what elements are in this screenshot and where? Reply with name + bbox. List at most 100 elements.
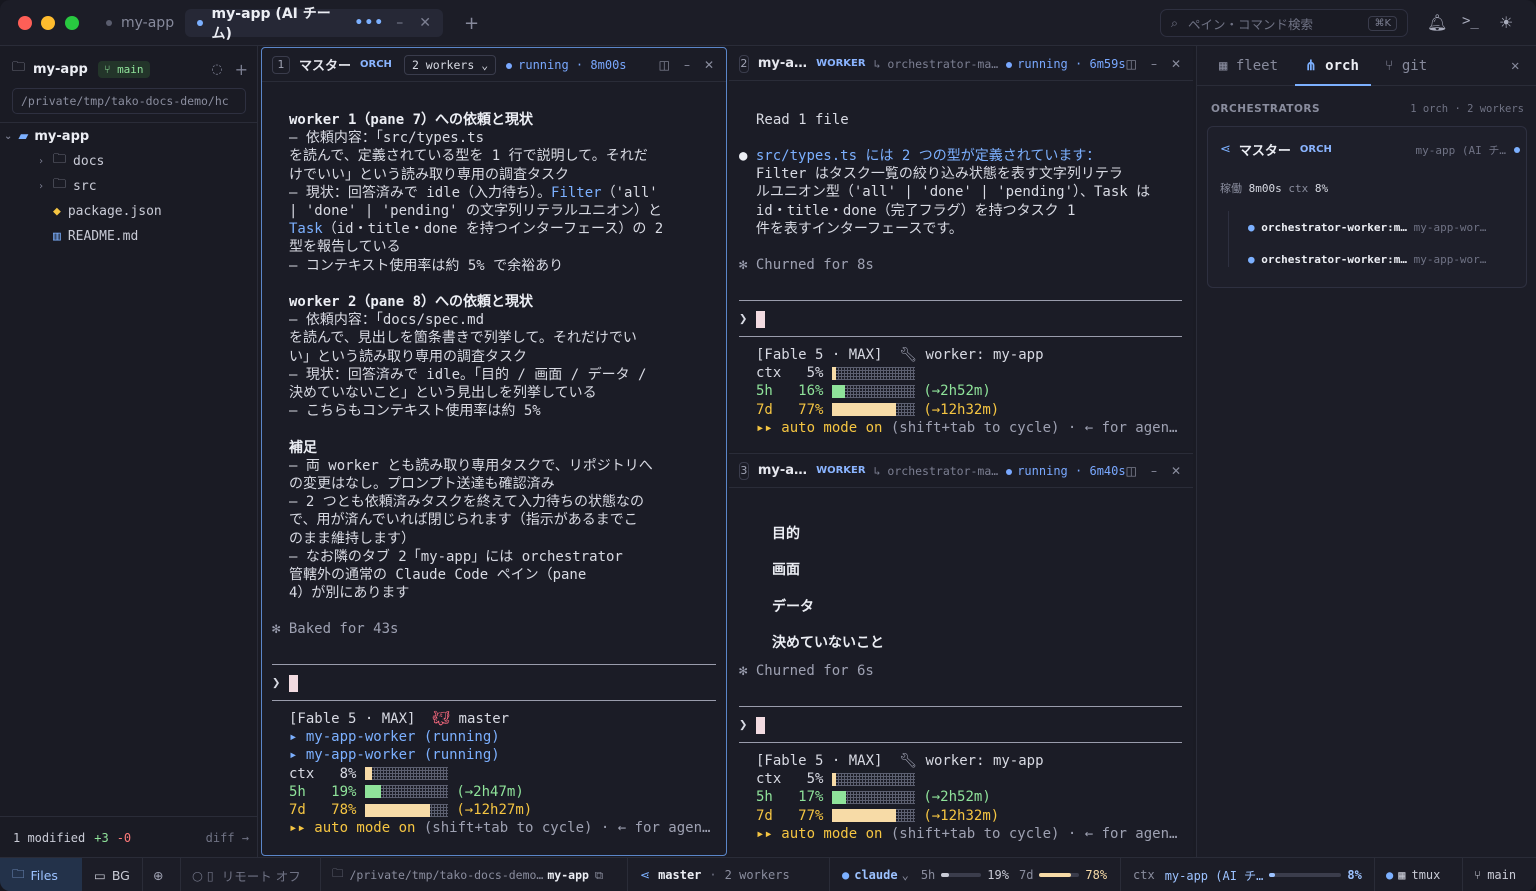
tmux-segment[interactable]: ● ▦ tmux: [1386, 858, 1440, 891]
diff-link[interactable]: diff →: [206, 831, 249, 845]
prompt-line[interactable]: ❯: [739, 716, 1193, 734]
tab-git[interactable]: ⑂ git: [1385, 58, 1427, 74]
path-field[interactable]: /private/tmp/tako-docs-demo/hc: [12, 88, 246, 114]
close-tab-icon[interactable]: ✕: [419, 15, 431, 31]
files-button[interactable]: 🗀︎ Files: [0, 858, 82, 891]
bell-icon[interactable]: 🔔︎: [1427, 13, 1447, 32]
worker-row[interactable]: ● orchestrator-worker:m… my-app-wor…: [1248, 221, 1520, 234]
branch-badge[interactable]: ⑂ main: [97, 60, 150, 78]
model-label: [Fable 5 · MAX]: [756, 753, 883, 769]
search-icon: ⌕: [1171, 15, 1179, 30]
tree-root[interactable]: ⌄ ▰ my-app: [4, 124, 89, 148]
answer-line: src/types.ts には 2 つの型が定義されています：: [755, 148, 1101, 164]
close-pane-icon[interactable]: ✕: [1171, 464, 1181, 478]
5h-bar: [831, 384, 915, 398]
split-icon[interactable]: ◫: [659, 58, 670, 72]
prompt-line[interactable]: ❯: [739, 310, 1193, 328]
pane-header: 2 my-a… WORKER ↳ orchestrator-ma… runnin…: [729, 47, 1193, 81]
section-summary: 1 orch · 2 workers: [1410, 103, 1524, 115]
churned-status: ✻ Churned for 8s: [739, 257, 874, 273]
auto-mode: ▸▸ auto mode on: [756, 825, 883, 842]
5h-bar: [364, 785, 448, 799]
tree-item-src[interactable]: › 🗀︎ src: [38, 174, 97, 198]
parent-link[interactable]: ↳ orchestrator-ma…: [874, 464, 999, 478]
pane-worker-3[interactable]: 3 my-a… WORKER ↳ orchestrator-ma… runnin…: [729, 453, 1193, 856]
worker-name: orchestrator-worker:m…: [1261, 221, 1407, 234]
package-icon: ◆: [53, 203, 61, 219]
section-title: ORCHESTRATORS: [1211, 103, 1321, 115]
workers-dropdown[interactable]: 2 workers ⌄: [403, 54, 497, 75]
minimize-window-button[interactable]: [41, 16, 55, 30]
status-app: my-app: [547, 868, 589, 882]
ctx-bar: [831, 366, 915, 380]
pane-worker-2[interactable]: 2 my-a… WORKER ↳ orchestrator-ma… runnin…: [729, 47, 1193, 451]
auto-hint: (shift+tab to cycle) · ← for agen…: [423, 820, 711, 837]
minimize-pane-icon[interactable]: –: [684, 58, 690, 72]
worker-row[interactable]: ● orchestrator-worker:m… my-app-wor…: [1248, 253, 1520, 266]
5h-reset: (→2h47m): [456, 783, 524, 800]
zoom-window-button[interactable]: [65, 16, 79, 30]
heading-item: 画面: [772, 562, 800, 579]
tree-item-package-json[interactable]: ◆ package.json: [53, 199, 162, 223]
5h-mini-bar: [941, 873, 982, 877]
project-name: my-app: [33, 61, 88, 77]
close-pane-icon[interactable]: ✕: [704, 58, 714, 72]
split-icon[interactable]: ◫: [1126, 464, 1137, 478]
sun-icon[interactable]: ☀︎: [1499, 13, 1513, 32]
tree-item-label: docs: [73, 153, 105, 169]
hide-icon[interactable]: ◌: [211, 62, 222, 77]
status-dot-icon: [1006, 61, 1013, 68]
tab-my-app[interactable]: my-app: [94, 9, 186, 37]
5h-value: 19%: [331, 783, 357, 800]
ctx-segment[interactable]: ctx my-app (AI チ… 8%: [1133, 858, 1362, 891]
5h-label: 5h: [289, 783, 306, 800]
minimize-pane-icon[interactable]: –: [1151, 57, 1157, 71]
parent-link[interactable]: ↳ orchestrator-ma…: [874, 57, 999, 71]
remote-toggle[interactable]: ○ ▯ リモート オフ: [192, 858, 301, 891]
minimize-pane-icon[interactable]: –: [1151, 464, 1157, 478]
bg-button[interactable]: ▭ BG: [94, 858, 130, 891]
cursor: [288, 674, 298, 692]
command-search-input[interactable]: ⌕ ペイン・コマンド検索 ⌘K: [1160, 9, 1408, 37]
split-icon[interactable]: ◫: [1126, 57, 1137, 71]
close-window-button[interactable]: [18, 16, 32, 30]
remote-icon: ○ ▯: [192, 867, 214, 883]
answer-line: id・title・done（完了フラグ）を持つタスク 1: [755, 202, 1076, 219]
pane-number: 1: [272, 55, 290, 74]
7d-reset: (→12h27m): [456, 802, 533, 819]
transcript-line: の変更はなし。プロンプト送達も確認済み: [289, 476, 555, 493]
terminal-icon[interactable]: >_: [1462, 13, 1479, 29]
5h-value: 16%: [798, 383, 824, 400]
tab-orch[interactable]: ⋔ orch: [1295, 46, 1371, 86]
pane-title: my-a…: [757, 463, 808, 478]
new-tab-button[interactable]: +: [452, 9, 491, 37]
master-segment[interactable]: ⋖ master · 2 workers: [640, 858, 790, 891]
close-panel-icon[interactable]: ✕: [1511, 58, 1519, 74]
close-pane-icon[interactable]: ✕: [1171, 57, 1181, 71]
5h-reset: (→2h52m): [923, 383, 991, 400]
minimize-tab-icon[interactable]: –: [396, 15, 403, 31]
orchestrator-card[interactable]: ⋖ マスター ORCH my-app (AI チ… 稼働 8m00s ctx 8…: [1207, 126, 1527, 288]
changes-summary[interactable]: 1 modified +3 -0 diff →: [13, 831, 249, 845]
pane-header: 1 マスター ORCH 2 workers ⌄ running · 8m00s …: [262, 48, 726, 82]
add-icon[interactable]: +: [235, 60, 248, 79]
tab-my-app-ai-team[interactable]: my-app (AI チーム) ••• – ✕: [185, 6, 443, 42]
tab-fleet[interactable]: ▦ fleet: [1219, 58, 1278, 74]
tree-item-docs[interactable]: › 🗀︎ docs: [38, 149, 104, 173]
copy-icon[interactable]: ⧉: [595, 868, 603, 883]
auto-mode: ▸▸ auto mode on: [289, 820, 416, 837]
branch-segment[interactable]: ⑂ main: [1474, 858, 1516, 891]
prompt-line[interactable]: ❯: [272, 674, 726, 692]
tree-item-label: src: [73, 178, 97, 194]
usage-segment[interactable]: ● claude ⌄ 5h 19% 7d 78%: [842, 858, 1107, 891]
globe-icon[interactable]: ⊕: [153, 858, 163, 891]
prompt-icon: ❯: [739, 717, 748, 733]
pane-number: 3: [739, 461, 749, 480]
remote-label: リモート オフ: [221, 868, 301, 884]
tree-item-readme[interactable]: ▥ README.md: [53, 224, 138, 248]
path-segment[interactable]: 🗀︎ /private/tmp/tako-docs-demo… my-app ⧉: [332, 858, 603, 891]
transcript-line: い」という読み取り専用の調査タスク: [289, 348, 527, 365]
pane-master[interactable]: 1 マスター ORCH 2 workers ⌄ running · 8m00s …: [261, 47, 727, 856]
more-icon[interactable]: •••: [354, 15, 384, 31]
tab-label: git: [1401, 58, 1428, 74]
